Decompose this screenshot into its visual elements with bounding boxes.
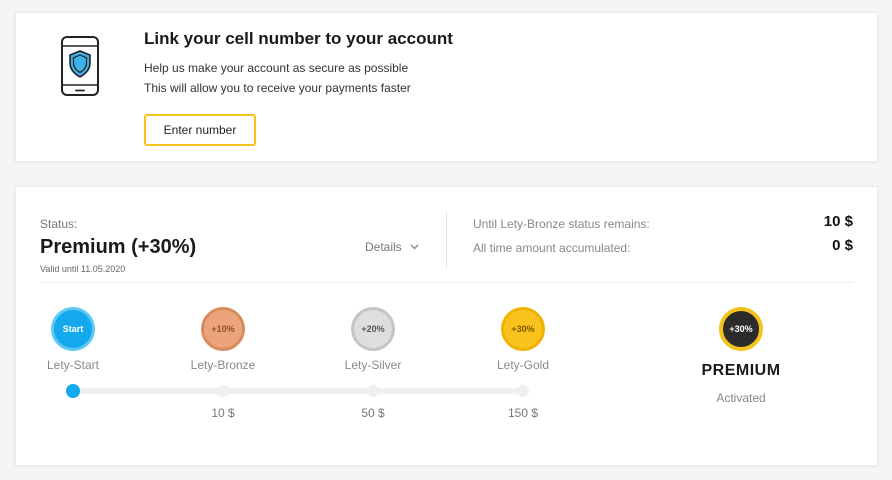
accumulated-value: 0 $ <box>832 237 853 254</box>
details-toggle[interactable]: Details <box>365 240 419 254</box>
status-label: Status: <box>40 217 78 231</box>
progress-track <box>73 388 523 394</box>
level-silver-name: Lety-Silver <box>344 358 402 372</box>
until-bronze-label: Until Lety-Bronze status remains: <box>473 217 650 231</box>
phone-card-line-2: This will allow you to receive your paym… <box>144 81 411 95</box>
progress-dot-start <box>66 384 80 398</box>
phone-card-line-1: Help us make your account as secure as p… <box>144 61 409 75</box>
level-lety-silver: +20% Lety-Silver <box>318 307 428 372</box>
level-gold-badge: +30% <box>501 307 545 351</box>
enter-number-button[interactable]: Enter number <box>144 114 256 146</box>
vertical-divider <box>446 211 447 269</box>
phone-card-title: Link your cell number to your account <box>144 29 453 48</box>
amount-gold: 150 $ <box>507 406 539 420</box>
amount-bronze: 10 $ <box>211 406 235 420</box>
level-gold-name: Lety-Gold <box>496 358 550 372</box>
horizontal-divider <box>40 282 853 283</box>
amount-silver: 50 $ <box>361 406 385 420</box>
accumulated-label: All time amount accumulated: <box>473 241 631 255</box>
until-bronze-value: 10 $ <box>823 213 853 230</box>
premium-badge: +30% <box>719 307 763 351</box>
status-name: Premium (+30%) <box>40 236 197 258</box>
level-silver-badge: +20% <box>351 307 395 351</box>
level-premium: +30% <box>686 307 796 351</box>
level-lety-bronze: +10% Lety-Bronze <box>168 307 278 372</box>
level-start-badge: Start <box>51 307 95 351</box>
details-label: Details <box>365 240 402 254</box>
status-valid-until: Valid until 11.05.2020 <box>40 264 126 274</box>
premium-title: PREMIUM <box>701 362 781 379</box>
progress-dot-bronze <box>217 385 229 397</box>
link-phone-card: Link your cell number to your account He… <box>15 12 878 162</box>
level-lety-gold: +30% Lety-Gold <box>468 307 578 372</box>
chevron-down-icon <box>410 244 419 250</box>
premium-activated: Activated <box>716 391 766 405</box>
progress-dot-gold <box>517 385 529 397</box>
progress-dot-silver <box>367 385 379 397</box>
level-start-name: Lety-Start <box>46 358 100 372</box>
status-card: Status: Premium (+30%) Valid until 11.05… <box>15 186 878 466</box>
phone-shield-icon <box>61 36 99 96</box>
level-bronze-name: Lety-Bronze <box>190 358 256 372</box>
level-bronze-badge: +10% <box>201 307 245 351</box>
level-lety-start: Start Lety-Start <box>18 307 128 372</box>
